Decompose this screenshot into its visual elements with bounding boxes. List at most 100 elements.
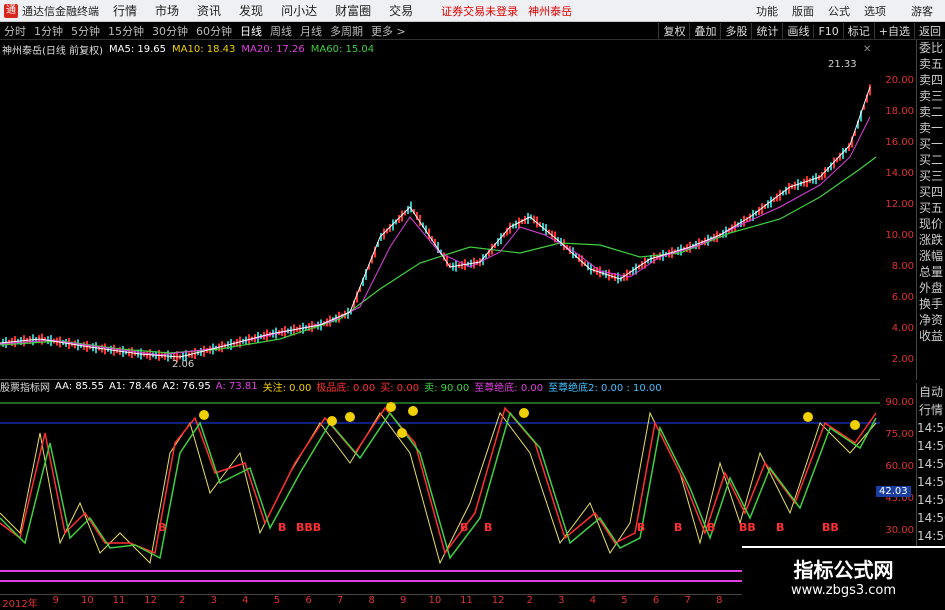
toolbar-button[interactable]: 多股: [720, 23, 751, 39]
close-icon[interactable]: ✕: [863, 44, 871, 55]
indicator-tick: 30.00: [885, 525, 914, 536]
quote-field-label[interactable]: 委比: [917, 40, 945, 56]
quote-field-label[interactable]: 买五: [917, 200, 945, 216]
watermark: 指标公式网 www.zbgs3.com: [742, 546, 945, 609]
price-tick: 12.00: [885, 199, 914, 210]
quote-field-label[interactable]: 总量: [917, 264, 945, 280]
menu-item[interactable]: 财富圈: [335, 2, 371, 19]
quote-field-label[interactable]: 买四: [917, 184, 945, 200]
date-tick: 11: [460, 595, 473, 606]
kdj-green-line: [0, 411, 877, 560]
menu-item[interactable]: 市场: [155, 2, 179, 19]
quote-field-label[interactable]: 买一: [917, 136, 945, 152]
quote-field-label[interactable]: 卖二: [917, 104, 945, 120]
toolbar-button[interactable]: F10: [813, 24, 842, 38]
quote-field-label[interactable]: 卖三: [917, 88, 945, 104]
price-tick: 16.00: [885, 137, 914, 148]
period-tab[interactable]: 更多 >: [367, 23, 410, 39]
price-tick: 18.00: [885, 106, 914, 117]
ma-value: MA20: 17.26: [241, 43, 305, 55]
quote-field-label[interactable]: 卖一: [917, 120, 945, 136]
side-time-label: 14:50: [917, 529, 945, 543]
side-time-label: 14:50: [917, 457, 945, 471]
price-tick: 14.00: [885, 168, 914, 179]
layout-button[interactable]: 版面: [792, 3, 814, 19]
indicator-value: A1: 78.46: [108, 381, 158, 392]
date-tick: 2012年: [2, 599, 38, 610]
buy-signal-b: B: [460, 521, 468, 534]
period-tab[interactable]: 60分钟: [192, 23, 236, 39]
quote-field-label[interactable]: 买二: [917, 152, 945, 168]
smiley-icon: [199, 410, 209, 420]
status-links: 证券交易未登录 神州泰岳: [441, 3, 582, 19]
main-menu: 行情 市场 资讯 发现 问小达 财富圈 交易: [113, 2, 431, 19]
period-tab[interactable]: 30分钟: [148, 23, 192, 39]
menu-item[interactable]: 交易: [389, 2, 413, 19]
date-tick: 10: [428, 595, 442, 606]
smiley-icon: [408, 406, 418, 416]
period-tab[interactable]: 多周期: [326, 23, 367, 39]
period-tab[interactable]: 5分钟: [67, 23, 104, 39]
quote-field-label[interactable]: 收益: [917, 328, 945, 344]
menu-item[interactable]: 行情: [113, 2, 137, 19]
quote-field-label[interactable]: 卖五: [917, 56, 945, 72]
formula-button[interactable]: 公式: [828, 3, 850, 19]
quote-field-label[interactable]: 外盘: [917, 280, 945, 296]
quote-field-label[interactable]: 卖四: [917, 72, 945, 88]
period-tab[interactable]: 月线: [296, 23, 326, 39]
status-link[interactable]: 证券交易未登录: [441, 3, 518, 19]
price-tick: 10.00: [885, 230, 914, 241]
guest-login-button[interactable]: 游客: [911, 3, 933, 19]
indicator-value: A2: 76.95: [162, 381, 211, 392]
period-tab[interactable]: 日线: [236, 23, 266, 39]
ma-value: MA10: 18.43: [172, 43, 236, 55]
period-tab[interactable]: 1分钟: [30, 23, 67, 39]
buy-signal-bb: BB: [822, 521, 839, 534]
indicator-value: 至尊绝底2: 0.00 : 10.00: [548, 383, 662, 394]
date-tick: 9: [400, 595, 407, 606]
buy-signal-bb: BB: [739, 521, 756, 534]
toolbar-button[interactable]: 统计: [751, 23, 782, 39]
period-tab[interactable]: 周线: [266, 23, 296, 39]
indicator-value: 买: 0.00: [380, 383, 420, 394]
toolbar-button[interactable]: 标记: [842, 23, 874, 39]
price-chart[interactable]: 21.33 2.06: [0, 57, 880, 377]
indicator-legend: 股票指标网 AA: 85.55 A1: 78.46 A2: 76.95 A: 73.8…: [0, 379, 880, 394]
app-logo-icon: 通: [4, 3, 18, 18]
price-tick: 20.00: [885, 75, 914, 86]
menu-item[interactable]: 资讯: [197, 2, 221, 19]
smiley-icon: [345, 412, 355, 422]
function-button[interactable]: 功能: [756, 3, 778, 19]
toolbar-button[interactable]: 叠加: [689, 23, 720, 39]
quote-field-label[interactable]: 净资: [917, 312, 945, 328]
quote-field-label[interactable]: 买三: [917, 168, 945, 184]
toolbar-button[interactable]: +自选: [873, 23, 914, 39]
quote-field-label[interactable]: 换手: [917, 296, 945, 312]
side-time-label: 14:50: [917, 511, 945, 525]
period-tab[interactable]: 分时: [0, 23, 30, 39]
ma-legend: 神州泰岳(日线 前复权) MA5: 19.65 MA10: 18.43 MA20: …: [2, 42, 380, 57]
date-tick: 12: [144, 595, 157, 606]
ma-value: MA60: 15.04: [310, 43, 375, 55]
indicator-value: A: 73.81: [215, 381, 258, 392]
toolbar-button[interactable]: 画线: [782, 23, 813, 39]
options-button[interactable]: 选项: [864, 3, 886, 19]
quote-field-label[interactable]: 涨跌: [917, 232, 945, 248]
quote-field-label[interactable]: 现价: [917, 216, 945, 232]
toolbar-button[interactable]: 返回: [914, 23, 945, 39]
date-tick: 5: [621, 595, 628, 606]
date-tick: 2: [178, 595, 186, 606]
menu-item[interactable]: 发现: [239, 2, 263, 19]
menu-item[interactable]: 问小达: [281, 2, 317, 19]
date-tick: 8: [716, 595, 723, 606]
smiley-icon: [803, 412, 813, 422]
toolbar-button[interactable]: 复权: [658, 23, 689, 39]
app-title: 通达信金融终端: [22, 4, 99, 18]
indicator-name[interactable]: 股票指标网: [0, 379, 50, 394]
date-tick: 6: [652, 595, 660, 606]
status-link[interactable]: 神州泰岳: [528, 3, 572, 19]
indicator-value: 关注: 0.00: [262, 383, 312, 394]
quote-field-label[interactable]: 涨幅: [917, 248, 945, 264]
period-tab[interactable]: 15分钟: [104, 23, 148, 39]
ma5-line: [0, 86, 871, 358]
